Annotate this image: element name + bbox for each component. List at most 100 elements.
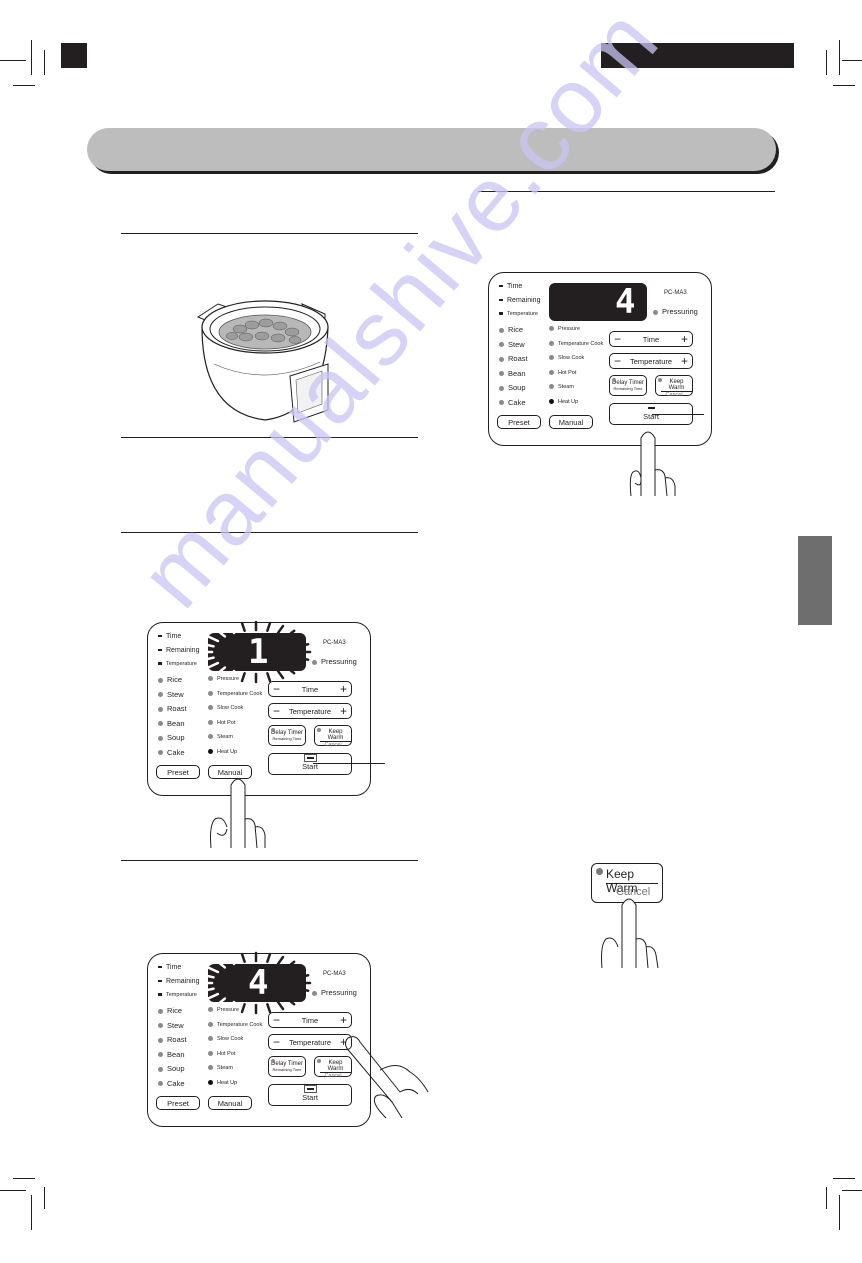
delay-timer-button[interactable]: Delay Timer Remaining Time — [268, 1056, 306, 1077]
led-icon — [549, 326, 554, 332]
led-icon — [658, 378, 662, 382]
menu-hot-pot: Hot Pot — [208, 1051, 235, 1057]
menu-bean: Bean — [158, 719, 185, 728]
led-icon — [499, 385, 504, 391]
pressuring-indicator: Pressuring — [653, 307, 698, 316]
led-icon — [271, 1059, 275, 1063]
minus-icon[interactable]: − — [273, 1036, 280, 1048]
led-icon — [158, 1081, 163, 1087]
panel-step-manual: Time Remaining Temperature 1 PC-MA3 Pres… — [147, 620, 371, 796]
start-button[interactable]: Start — [268, 753, 352, 775]
panel-step-start: Time Remaining Temperature 4 PC-MA3 Pres… — [488, 272, 712, 446]
minus-icon[interactable]: − — [273, 705, 280, 717]
time-button[interactable]: − Time + — [609, 331, 693, 347]
menu-heat-up: Heat Up — [208, 749, 237, 755]
time-button[interactable]: − Time + — [268, 681, 352, 697]
led-icon — [208, 705, 213, 711]
manual-button[interactable]: Manual — [549, 415, 593, 429]
divider — [606, 883, 658, 884]
led-icon — [208, 748, 213, 754]
led-icon — [208, 1007, 213, 1013]
manual-button[interactable]: Manual — [208, 1096, 252, 1110]
indicator-dash-icon — [499, 299, 503, 301]
section-rule — [121, 233, 418, 234]
start-led-icon — [307, 757, 314, 759]
section-rule — [121, 437, 418, 438]
menu-rice: Rice — [499, 325, 523, 334]
led-icon — [158, 677, 163, 683]
display-digit: 1 — [248, 632, 269, 672]
minus-icon[interactable]: − — [273, 683, 280, 695]
pointing-hand-icon — [601, 898, 659, 969]
plus-icon[interactable]: + — [681, 333, 688, 345]
flash-ray — [266, 1003, 272, 1014]
keep-warm-button[interactable]: Keep Warm Cancel — [314, 725, 352, 748]
led-icon — [271, 728, 275, 732]
flash-ray — [292, 992, 305, 1000]
crop-mark — [31, 40, 32, 75]
led-icon — [612, 378, 616, 382]
menu-heat-up: Heat Up — [549, 399, 578, 405]
lcd-display: 1 — [200, 620, 312, 684]
model-name: PC-MA3 — [323, 640, 346, 646]
plus-icon[interactable]: + — [340, 1014, 347, 1026]
minus-icon[interactable]: − — [614, 333, 621, 345]
minus-icon[interactable]: − — [614, 355, 621, 367]
flash-ray — [207, 661, 220, 669]
led-icon — [312, 990, 317, 996]
menu-slow-cook: Slow Cook — [208, 1036, 243, 1042]
indicator-dash-icon — [158, 649, 162, 651]
flash-ray — [276, 1000, 285, 1011]
start-led-icon — [648, 407, 655, 409]
delay-timer-button[interactable]: Delay Timer Remaining Time — [609, 375, 647, 396]
plus-icon[interactable]: + — [340, 683, 347, 695]
preset-button[interactable]: Preset — [497, 415, 541, 429]
led-icon — [208, 1065, 213, 1071]
time-button[interactable]: − Time + — [268, 1012, 352, 1028]
flash-ray — [266, 952, 272, 963]
menu-hot-pot: Hot Pot — [549, 370, 576, 376]
pointing-hand-icon — [344, 1036, 429, 1119]
pointing-hand-icon — [210, 778, 266, 849]
crop-mark — [44, 1187, 45, 1209]
flash-ray — [292, 661, 305, 669]
flash-ray — [285, 629, 296, 638]
preset-button[interactable]: Preset — [156, 1096, 200, 1110]
keep-warm-button[interactable]: Keep Warm Cancel — [655, 375, 693, 398]
indicator-remaining: Remaining — [499, 297, 540, 304]
flash-ray — [216, 997, 227, 1006]
temperature-button[interactable]: − Temperature + — [268, 703, 352, 719]
led-icon — [158, 1066, 163, 1072]
menu-pressure: Pressure — [549, 326, 580, 332]
flash-ray — [292, 966, 305, 974]
flash-ray — [285, 666, 296, 675]
led-icon — [596, 868, 603, 875]
crop-mark — [826, 50, 827, 75]
preset-button[interactable]: Preset — [156, 765, 200, 779]
menu-stew: Stew — [499, 340, 525, 349]
menu-cake: Cake — [158, 748, 185, 757]
menu-stew: Stew — [158, 690, 184, 699]
minus-icon[interactable]: − — [273, 1014, 280, 1026]
delay-timer-button[interactable]: Delay Timer Remaining Time — [268, 725, 306, 746]
temperature-button[interactable]: − Temperature + — [609, 353, 693, 369]
menu-temperature-cook: Temperature Cook — [208, 691, 262, 697]
plus-icon[interactable]: + — [681, 355, 688, 367]
flash-ray — [202, 973, 215, 979]
crop-mark — [839, 40, 840, 75]
flash-ray — [240, 621, 246, 632]
led-icon — [158, 735, 163, 741]
indicator-dash-icon — [499, 285, 503, 287]
flash-ray — [216, 960, 227, 969]
callout-line — [313, 763, 385, 764]
led-icon — [158, 706, 163, 712]
flash-ray — [202, 642, 215, 648]
led-icon — [499, 327, 504, 333]
flash-ray — [297, 642, 310, 648]
section-header-block — [601, 43, 794, 68]
plus-icon[interactable]: + — [340, 705, 347, 717]
pointing-hand-icon — [629, 431, 676, 497]
display-digit: 4 — [615, 282, 636, 322]
led-icon — [158, 1008, 163, 1014]
menu-heat-up: Heat Up — [208, 1080, 237, 1086]
